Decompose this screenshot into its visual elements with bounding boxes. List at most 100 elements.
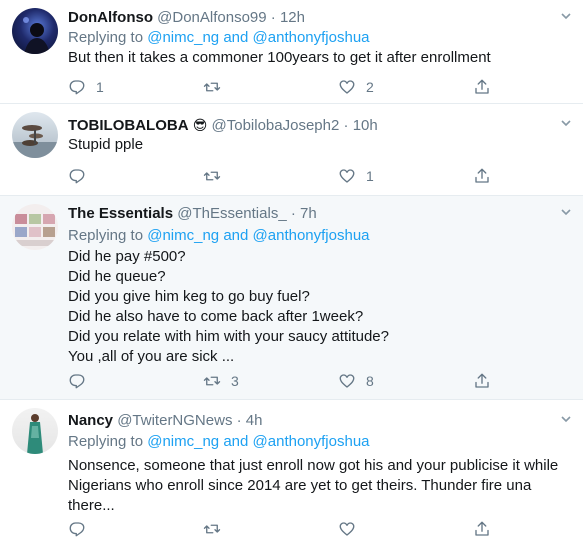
replying-to: Replying to @nimc_ng and @anthonyfjoshua — [68, 28, 370, 48]
tweet-line: Did he queue? — [68, 268, 166, 285]
chevron-down-icon[interactable] — [559, 116, 573, 130]
retweet-button[interactable]: 3 — [203, 371, 239, 391]
reply-button[interactable] — [68, 371, 96, 391]
mention-link[interactable]: @anthonyfjoshua — [253, 227, 370, 244]
tweet-line: there... — [68, 497, 115, 514]
user-handle[interactable]: @TobilobaJoseph2 — [212, 117, 340, 134]
like-button[interactable]: 8 — [338, 371, 374, 391]
share-icon — [475, 521, 489, 536]
avatar[interactable] — [12, 8, 58, 54]
replying-label: Replying to — [68, 433, 144, 450]
retweet-icon — [203, 82, 221, 92]
tweet[interactable]: The Essentials @ThEssentials_ · 7h Reply… — [0, 196, 583, 400]
reply-icon — [69, 374, 85, 389]
share-button[interactable] — [473, 77, 491, 97]
reply-button[interactable]: 1 — [68, 77, 104, 97]
display-name[interactable]: Nancy — [68, 412, 113, 429]
tweet-actions — [68, 519, 508, 539]
separator-dot: · — [236, 412, 242, 429]
reply-icon — [69, 522, 85, 537]
like-button[interactable] — [338, 519, 356, 539]
separator-dot: · — [343, 117, 349, 134]
reply-count: 1 — [96, 79, 104, 95]
timestamp[interactable]: 7h — [300, 205, 317, 222]
mention-and[interactable]: and — [223, 29, 248, 46]
avatar[interactable] — [12, 204, 58, 250]
reply-button[interactable] — [68, 166, 96, 186]
tweet-text: Did he pay #500? Did he queue? Did you g… — [68, 247, 569, 367]
retweet-icon — [203, 376, 221, 386]
like-button[interactable]: 2 — [338, 77, 374, 97]
display-name[interactable]: TOBILOBALOBA — [68, 117, 189, 134]
display-name[interactable]: The Essentials — [68, 205, 173, 222]
tweet-line: Nonsence, someone that just enroll now g… — [68, 457, 559, 474]
tweet-actions: 3 8 — [68, 371, 508, 391]
mention-and[interactable]: and — [223, 227, 248, 244]
tweet-header: The Essentials @ThEssentials_ · 7h — [68, 204, 553, 224]
tweet-header: TOBILOBALOBA 😎 @TobilobaJoseph2 · 10h — [68, 115, 553, 136]
share-button[interactable] — [473, 371, 491, 391]
avatar-image — [23, 17, 50, 54]
mention-link[interactable]: @anthonyfjoshua — [253, 29, 370, 46]
retweet-icon — [203, 524, 221, 534]
like-button[interactable]: 1 — [338, 166, 374, 186]
share-icon — [475, 168, 489, 183]
mention-link[interactable]: @nimc_ng — [147, 29, 219, 46]
timestamp[interactable]: 10h — [353, 117, 378, 134]
retweet-button[interactable] — [203, 166, 231, 186]
tweet-line: Did he also have to come back after 1wee… — [68, 308, 364, 325]
retweet-icon — [203, 171, 221, 181]
tweet-text: But then it takes a commoner 100years to… — [68, 48, 569, 68]
share-icon — [475, 373, 489, 388]
separator-dot: · — [290, 205, 296, 222]
tweet-actions: 1 — [68, 166, 508, 186]
share-icon — [475, 79, 489, 94]
mention-and[interactable]: and — [223, 433, 248, 450]
replying-label: Replying to — [68, 29, 144, 46]
chevron-down-icon[interactable] — [559, 9, 573, 23]
chevron-down-icon[interactable] — [559, 205, 573, 219]
tweet-text: Nonsence, someone that just enroll now g… — [68, 456, 569, 516]
heart-icon — [339, 169, 355, 183]
retweet-button[interactable] — [203, 77, 231, 97]
tweet-line: Stupid pple — [68, 136, 144, 153]
reply-button[interactable] — [68, 519, 86, 539]
tweet[interactable]: Nancy @TwiterNGNews · 4h Replying to @ni… — [0, 400, 583, 537]
mention-link[interactable]: @nimc_ng — [147, 227, 219, 244]
avatar[interactable] — [12, 112, 58, 158]
replying-label: Replying to — [68, 227, 144, 244]
like-count: 8 — [366, 373, 374, 389]
retweet-button[interactable] — [203, 519, 221, 539]
tweet[interactable]: TOBILOBALOBA 😎 @TobilobaJoseph2 · 10h St… — [0, 104, 583, 196]
heart-icon — [339, 522, 355, 536]
share-button[interactable] — [473, 519, 491, 539]
sunglasses-emoji-icon: 😎 — [192, 117, 208, 133]
separator-dot: · — [270, 9, 276, 26]
display-name[interactable]: DonAlfonso — [68, 9, 153, 26]
timestamp[interactable]: 12h — [280, 9, 305, 26]
tweet-line: Did you give him keg to go buy fuel? — [68, 288, 310, 305]
tweet-line: Nigerians who enroll since 2014 are yet … — [68, 477, 532, 494]
heart-icon — [339, 80, 355, 94]
avatar[interactable] — [12, 408, 58, 454]
avatar-image — [15, 214, 55, 246]
user-handle[interactable]: @ThEssentials_ — [177, 205, 286, 222]
tweet-line: Did you relate with him with your saucy … — [68, 328, 389, 345]
tweet-actions: 1 2 — [68, 77, 508, 97]
mention-link[interactable]: @nimc_ng — [147, 433, 219, 450]
tweet-line: But then it takes a commoner 100years to… — [68, 49, 491, 66]
chevron-down-icon[interactable] — [559, 412, 573, 426]
mention-link[interactable]: @anthonyfjoshua — [253, 433, 370, 450]
reply-icon — [69, 169, 85, 184]
like-count: 1 — [366, 168, 374, 184]
tweet[interactable]: DonAlfonso @DonAlfonso99 · 12h Replying … — [0, 0, 583, 104]
avatar-image — [12, 125, 58, 158]
user-handle[interactable]: @DonAlfonso99 — [157, 9, 266, 26]
tweet-line: You ,all of you are sick ... — [68, 348, 235, 365]
share-button[interactable] — [473, 166, 491, 186]
reply-icon — [69, 80, 85, 95]
retweet-count: 3 — [231, 373, 239, 389]
user-handle[interactable]: @TwiterNGNews — [117, 412, 232, 429]
tweet-header: Nancy @TwiterNGNews · 4h — [68, 411, 553, 431]
timestamp[interactable]: 4h — [246, 412, 263, 429]
